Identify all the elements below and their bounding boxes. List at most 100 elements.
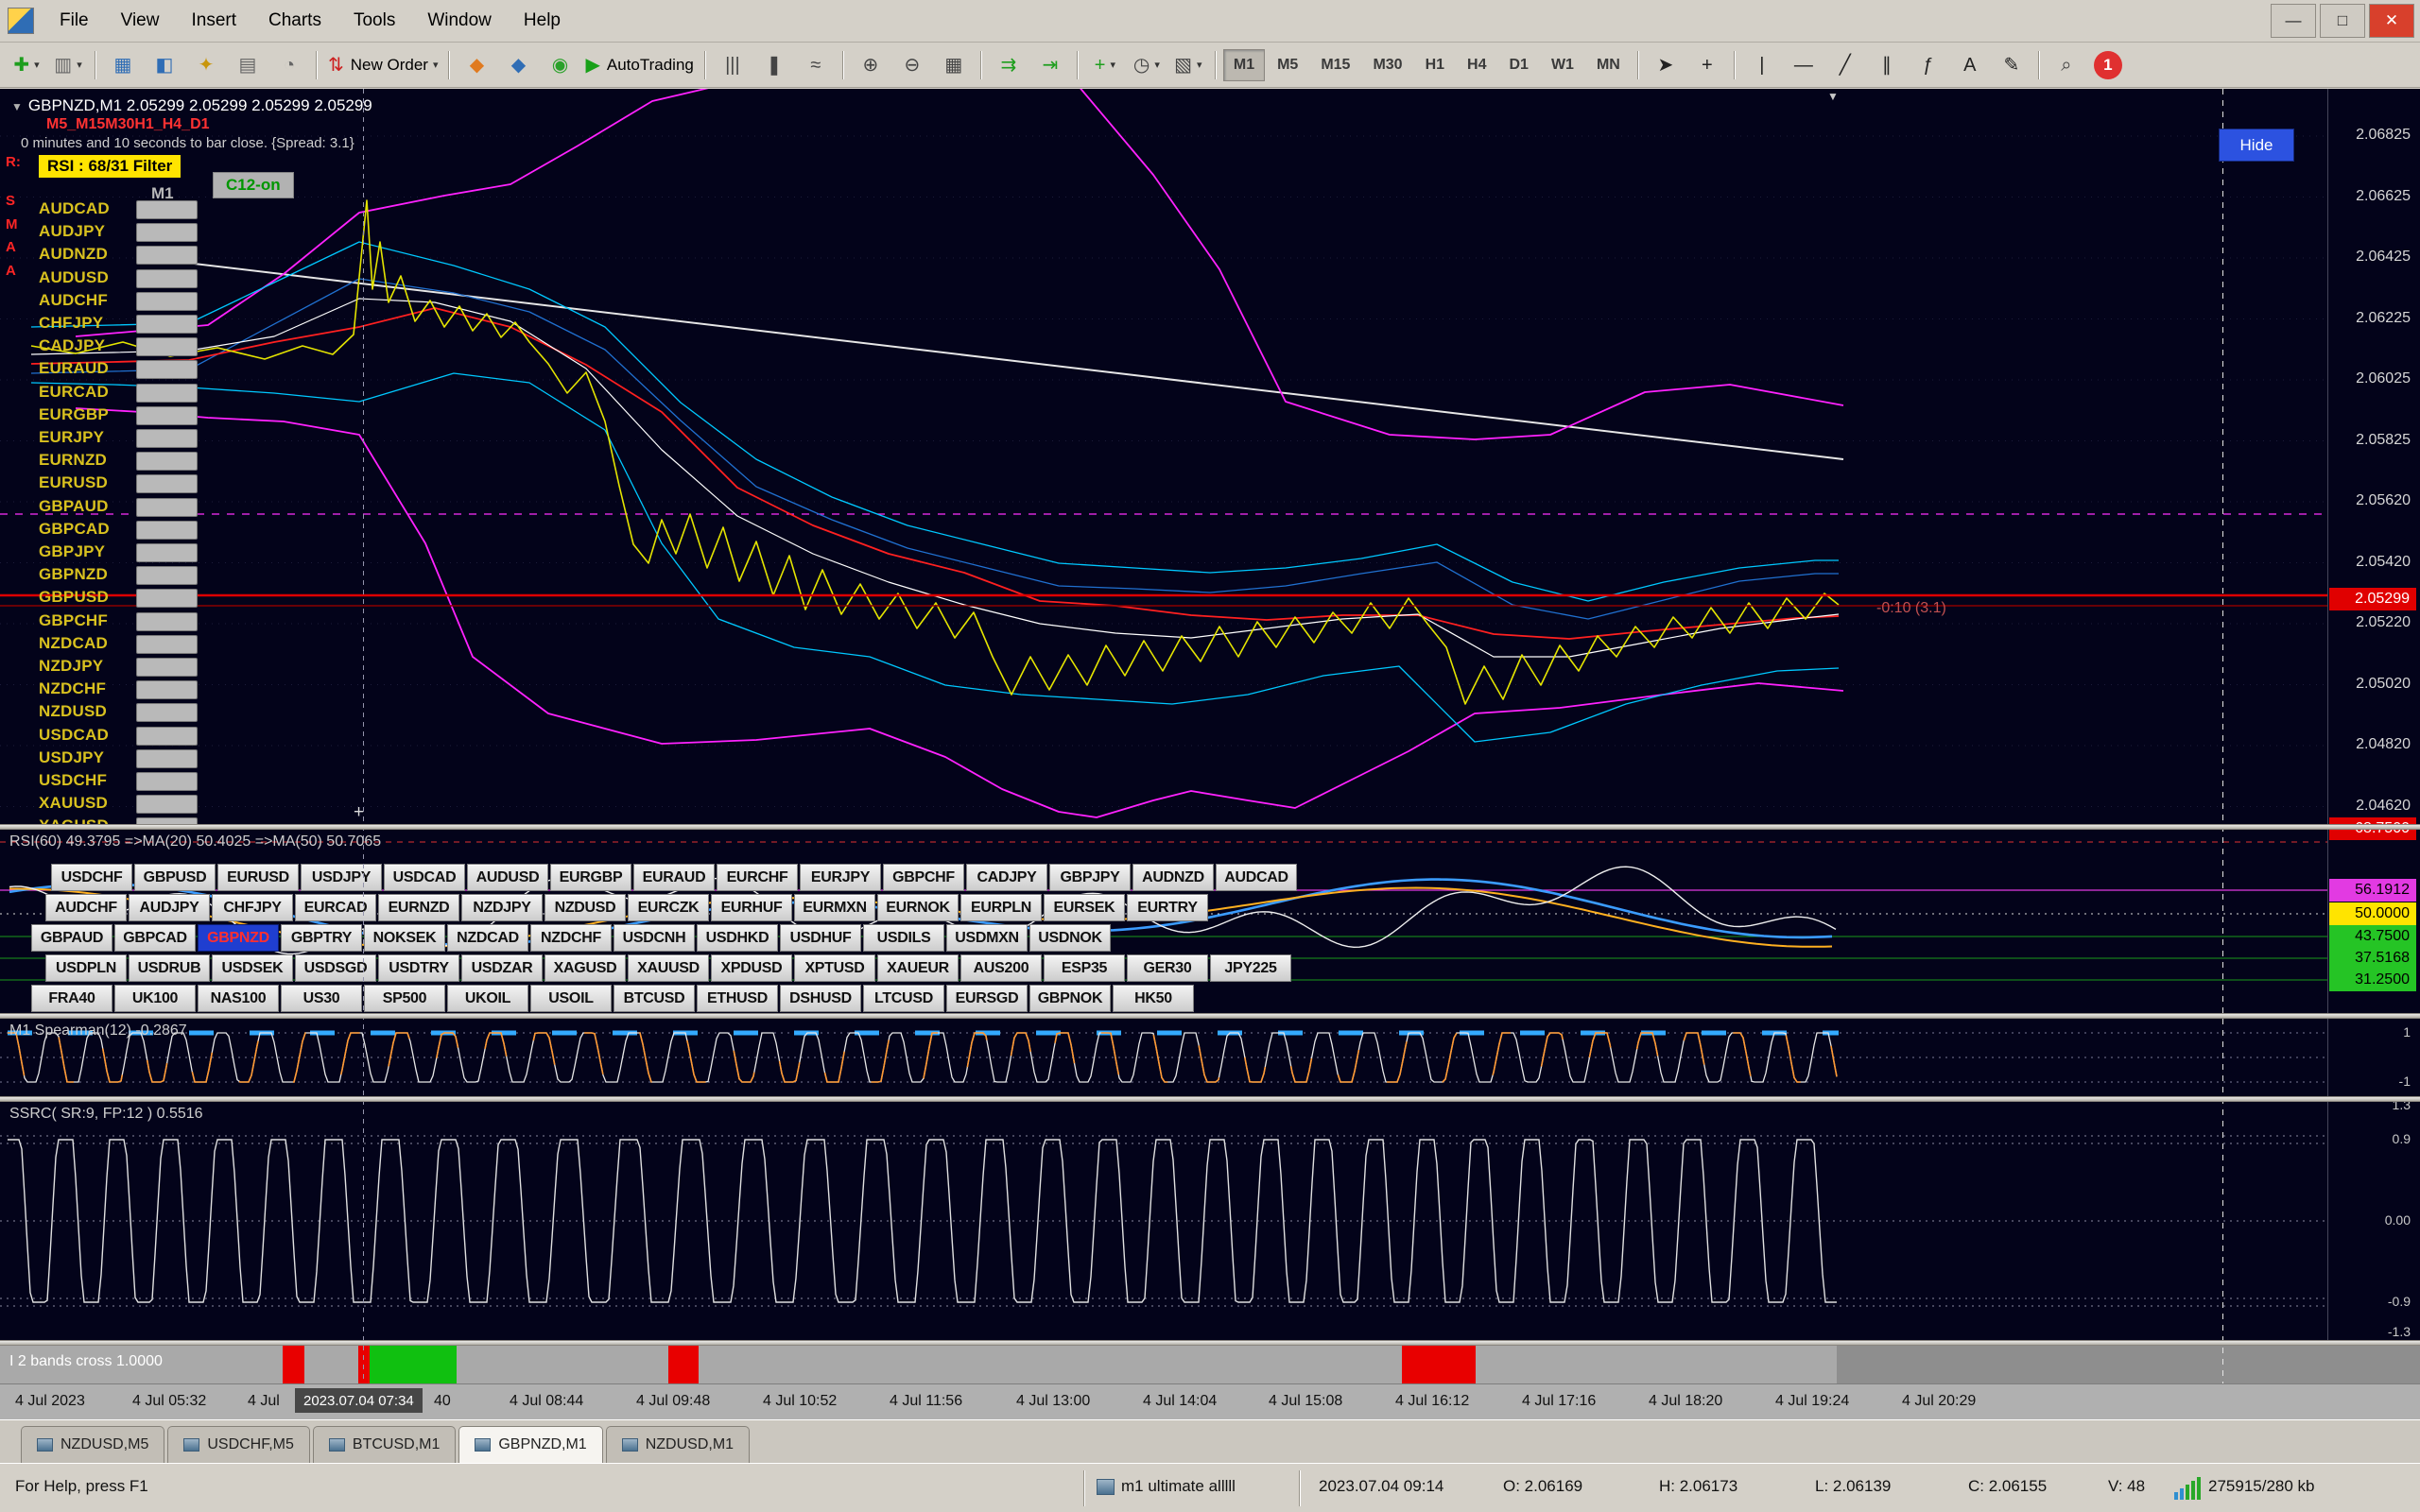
rsi-grid-usdrub[interactable]: USDRUB — [129, 954, 210, 982]
minimize-button[interactable]: — — [2271, 4, 2316, 38]
vertical-line-button[interactable]: | — [1742, 47, 1782, 83]
periods-button[interactable]: ◷▾ — [1127, 47, 1167, 83]
watch-status-button[interactable] — [136, 292, 198, 311]
rsi-grid-eurchf[interactable]: EURCHF — [717, 864, 798, 891]
rsi-grid-nzdjpy[interactable]: NZDJPY — [461, 894, 543, 921]
rsi-grid-eurpln[interactable]: EURPLN — [960, 894, 1042, 921]
menu-file[interactable]: File — [43, 0, 105, 42]
trendline-button[interactable]: ╱ — [1825, 47, 1865, 83]
rsi-grid-audusd[interactable]: AUDUSD — [467, 864, 548, 891]
rsi-grid-audjpy[interactable]: AUDJPY — [129, 894, 210, 921]
expert-advisors-button[interactable]: ◆ — [457, 47, 496, 83]
rsi-grid-usdzar[interactable]: USDZAR — [461, 954, 543, 982]
maximize-button[interactable]: □ — [2320, 4, 2365, 38]
rsi-grid-eursgd[interactable]: EURSGD — [946, 985, 1028, 1012]
watch-status-button[interactable] — [136, 200, 198, 219]
rsi-grid-nzdcad[interactable]: NZDCAD — [447, 924, 528, 952]
rsi-grid-eurgbp[interactable]: EURGBP — [550, 864, 631, 891]
rsi-grid-gbpjpy[interactable]: GBPJPY — [1049, 864, 1131, 891]
rsi-grid-gbpcad[interactable]: GBPCAD — [114, 924, 196, 952]
rsi-grid-xptusd[interactable]: XPTUSD — [794, 954, 875, 982]
rsi-grid-gbpaud[interactable]: GBPAUD — [31, 924, 112, 952]
panel-divider[interactable] — [0, 1013, 2420, 1019]
zoom-out-button[interactable]: ⊖ — [892, 47, 932, 83]
candlestick-chart-button[interactable]: ❚ — [754, 47, 794, 83]
watch-status-button[interactable] — [136, 429, 198, 448]
crosshair-button[interactable]: + — [1687, 47, 1727, 83]
notifications-button[interactable]: 1 — [2088, 47, 2128, 83]
rsi-grid-eurnzd[interactable]: EURNZD — [378, 894, 459, 921]
rsi-grid-usdcad[interactable]: USDCAD — [384, 864, 465, 891]
indicators-button[interactable]: +▾ — [1085, 47, 1125, 83]
watch-status-button[interactable] — [136, 384, 198, 403]
panel-divider[interactable] — [0, 1096, 2420, 1102]
trendline[interactable] — [170, 261, 1843, 459]
scripts-button[interactable]: ◆ — [498, 47, 538, 83]
timeframe-m15-button[interactable]: M15 — [1310, 49, 1360, 81]
data-window-button[interactable]: ◧ — [145, 47, 184, 83]
timeframe-m1-button[interactable]: M1 — [1223, 49, 1265, 81]
rsi-grid-euraud[interactable]: EURAUD — [633, 864, 715, 891]
close-button[interactable]: ✕ — [2369, 4, 2414, 38]
watch-status-button[interactable] — [136, 315, 198, 334]
rsi-grid-ltcusd[interactable]: LTCUSD — [863, 985, 944, 1012]
collapse-icon[interactable]: ▼ — [11, 100, 23, 113]
watch-status-button[interactable] — [136, 817, 198, 824]
rsi-grid-eurusd[interactable]: EURUSD — [217, 864, 299, 891]
rsi-grid-us30[interactable]: US30 — [281, 985, 362, 1012]
rsi-grid-eurtry[interactable]: EURTRY — [1127, 894, 1208, 921]
rsi-grid-usdcnh[interactable]: USDCNH — [614, 924, 695, 952]
watch-status-button[interactable] — [136, 566, 198, 585]
chart-tab-gbpnzd-m1[interactable]: GBPNZD,M1 — [458, 1426, 602, 1463]
rsi-grid-usdnok[interactable]: USDNOK — [1029, 924, 1111, 952]
rsi-grid-eurnok[interactable]: EURNOK — [877, 894, 959, 921]
rsi-grid-nzdusd[interactable]: NZDUSD — [544, 894, 626, 921]
rsi-grid-usdsek[interactable]: USDSEK — [212, 954, 293, 982]
rsi-grid-eurjpy[interactable]: EURJPY — [800, 864, 881, 891]
watch-status-button[interactable] — [136, 635, 198, 654]
rsi-grid-nzdchf[interactable]: NZDCHF — [530, 924, 612, 952]
new-order-button[interactable]: ⇅New Order▾ — [324, 47, 441, 83]
menu-window[interactable]: Window — [411, 0, 508, 42]
hide-button[interactable]: Hide — [2219, 129, 2294, 162]
search-button[interactable]: ⌕ — [2047, 47, 2086, 83]
ssrc-subwindow[interactable]: SSRC( SR:9, FP:12 ) 0.5516 — [0, 1102, 2327, 1340]
menu-help[interactable]: Help — [508, 0, 577, 42]
watch-status-button[interactable] — [136, 680, 198, 699]
rsi-grid-usdchf[interactable]: USDCHF — [51, 864, 132, 891]
equidistant-channel-button[interactable]: ∥ — [1867, 47, 1907, 83]
watch-status-button[interactable] — [136, 269, 198, 288]
rsi-grid-usdpln[interactable]: USDPLN — [45, 954, 127, 982]
market-watch-button[interactable]: ▦ — [103, 47, 143, 83]
cursor-button[interactable]: ➤ — [1646, 47, 1685, 83]
shapes-button[interactable]: ✎ — [1992, 47, 2031, 83]
timeframe-d1-button[interactable]: D1 — [1498, 49, 1538, 81]
panel-divider[interactable] — [0, 824, 2420, 830]
rsi-grid-ger30[interactable]: GER30 — [1127, 954, 1208, 982]
rsi-grid-jpy225[interactable]: JPY225 — [1210, 954, 1291, 982]
rsi-grid-gbpchf[interactable]: GBPCHF — [883, 864, 964, 891]
chart-tab-usdchf-m5[interactable]: USDCHF,M5 — [167, 1426, 310, 1463]
rsi-grid-gbptry[interactable]: GBPTRY — [281, 924, 362, 952]
terminal-button[interactable]: ▤ — [228, 47, 268, 83]
horizontal-line-button[interactable]: — — [1784, 47, 1824, 83]
watch-status-button[interactable] — [136, 749, 198, 768]
line-chart-button[interactable]: ≈ — [796, 47, 836, 83]
price-scale-column[interactable]: 2.068252.066252.064252.062252.060252.058… — [2327, 89, 2420, 1346]
rsi-grid-ethusd[interactable]: ETHUSD — [697, 985, 778, 1012]
rsi-grid-eursek[interactable]: EURSEK — [1044, 894, 1125, 921]
rsi-grid-aus200[interactable]: AUS200 — [960, 954, 1042, 982]
chart-shift-button[interactable]: ⇥ — [1030, 47, 1070, 83]
menu-tools[interactable]: Tools — [337, 0, 411, 42]
rsi-grid-audcad[interactable]: AUDCAD — [1216, 864, 1297, 891]
rsi-grid-xaueur[interactable]: XAUEUR — [877, 954, 959, 982]
rsi-grid-audnzd[interactable]: AUDNZD — [1132, 864, 1214, 891]
rsi-grid-eurmxn[interactable]: EURMXN — [794, 894, 875, 921]
rsi-grid-eurcad[interactable]: EURCAD — [295, 894, 376, 921]
watch-status-button[interactable] — [136, 360, 198, 379]
rsi-grid-nas100[interactable]: NAS100 — [198, 985, 279, 1012]
zoom-in-button[interactable]: ⊕ — [851, 47, 890, 83]
rsi-grid-eurhuf[interactable]: EURHUF — [711, 894, 792, 921]
chart-tab-nzdusd-m1[interactable]: NZDUSD,M1 — [606, 1426, 750, 1463]
signals-button[interactable]: ◉ — [540, 47, 579, 83]
